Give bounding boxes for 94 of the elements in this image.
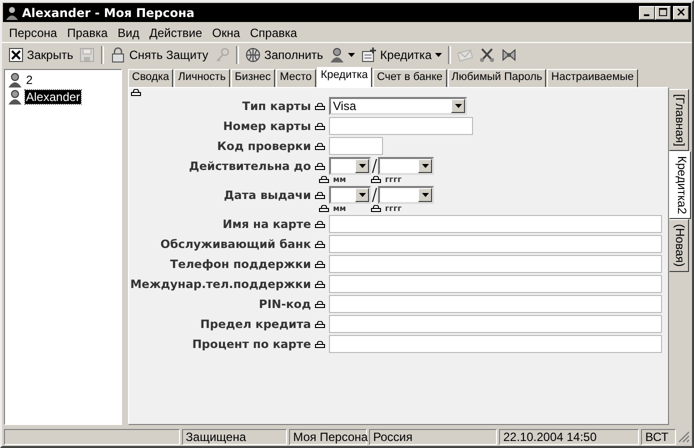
input-field[interactable] <box>329 335 662 353</box>
menu-item[interactable]: Окна <box>207 26 246 40</box>
menu-item[interactable]: Справка <box>245 26 302 40</box>
lock-icon <box>315 192 325 198</box>
field-label: Дата выдачи <box>222 188 311 202</box>
person-icon <box>7 88 23 104</box>
close-icon <box>8 47 24 63</box>
lock-icon <box>319 176 329 183</box>
month-hint: мм <box>333 175 348 184</box>
input-field[interactable] <box>329 295 662 313</box>
lock-icon <box>315 122 325 130</box>
year-dropdown[interactable] <box>378 157 434 175</box>
caret-icon <box>422 193 428 197</box>
input-field[interactable] <box>329 315 662 333</box>
status-text: Россия <box>369 428 498 444</box>
status-text: ВСТ <box>641 428 676 444</box>
caret-icon <box>358 164 366 168</box>
field-label: Имя на карте <box>222 217 311 231</box>
year-hint: гггг <box>385 175 402 184</box>
globe-icon <box>245 47 262 63</box>
status-text: Защищена <box>182 428 288 444</box>
person-icon <box>5 6 19 20</box>
person-icon <box>329 47 346 63</box>
field-label: Обслуживающий банк <box>159 237 311 251</box>
input-field[interactable] <box>329 137 383 155</box>
lock-icon <box>315 142 325 150</box>
field-label: Междунар.тел.поддержки <box>129 277 311 291</box>
lock-icon <box>315 300 325 308</box>
field-label: Тип карты <box>241 99 311 113</box>
input-field[interactable] <box>329 275 662 293</box>
toolbar-button[interactable]: Кредитка <box>358 45 445 65</box>
caret-icon <box>422 164 428 168</box>
slash-icon <box>372 188 377 202</box>
lock-icon <box>315 240 325 248</box>
field-label: Процент по карте <box>191 337 311 351</box>
field-label: Действительна до <box>188 159 311 173</box>
add-card-icon <box>361 47 378 63</box>
field-label: Предел кредита <box>199 317 311 331</box>
status-text: 22.10.2004 14:50 <box>499 428 640 444</box>
lock-icon <box>110 47 126 63</box>
caret-icon <box>434 53 442 57</box>
maximize-icon <box>658 8 668 17</box>
menu-item[interactable]: Действие <box>144 26 208 40</box>
caret-icon <box>348 53 356 57</box>
lock-icon <box>315 340 325 348</box>
caret-icon <box>454 104 462 108</box>
list-item[interactable]: 2 <box>25 72 34 86</box>
lock-icon <box>315 162 325 170</box>
card-type-dropdown[interactable]: Visa <box>329 97 467 115</box>
field-label: Телефон поддержки <box>169 257 311 271</box>
tab[interactable]: Кредитка <box>316 67 372 87</box>
resize-grip-icon <box>678 430 690 442</box>
close-button[interactable] <box>673 6 689 20</box>
input-field[interactable] <box>329 255 662 273</box>
lock-icon <box>371 205 381 212</box>
month-dropdown[interactable] <box>329 157 371 175</box>
window-title: Alexander - Моя Персона <box>22 6 196 20</box>
year-hint: гггг <box>385 204 402 213</box>
month-hint: мм <box>333 204 348 213</box>
menu-item[interactable]: Персона <box>4 26 62 40</box>
lock-icon <box>315 102 325 110</box>
input-field[interactable] <box>329 235 662 253</box>
lock-icon <box>371 176 381 183</box>
scissors-icon <box>478 47 495 63</box>
caret-icon <box>358 193 366 197</box>
list-item[interactable]: Alexander <box>25 90 82 104</box>
slash-icon <box>372 159 377 173</box>
side-tab[interactable]: Кредитка2 <box>669 151 691 220</box>
field-label: Код проверки <box>216 139 311 153</box>
menu-item[interactable]: Вид <box>112 26 144 40</box>
person-icon <box>7 72 23 88</box>
maximize-button[interactable] <box>655 6 671 20</box>
close-icon <box>676 8 686 17</box>
toolbar-button[interactable]: Снять Защиту <box>107 45 212 65</box>
save-icon <box>79 47 96 63</box>
side-tab[interactable]: (Новая) <box>669 219 689 272</box>
month-dropdown[interactable] <box>329 186 371 204</box>
toolbar-button[interactable]: Заполнить <box>242 45 326 65</box>
input-field[interactable] <box>329 215 662 233</box>
menu-item[interactable]: Правка <box>62 26 113 40</box>
key-icon <box>214 47 230 63</box>
lock-icon <box>315 280 325 288</box>
input-field[interactable] <box>329 117 473 135</box>
lock-icon <box>319 205 329 212</box>
bow-icon <box>500 47 517 63</box>
toolbar-button[interactable]: Закрыть <box>5 45 76 65</box>
year-dropdown[interactable] <box>378 186 434 204</box>
field-label: PIN-код <box>258 297 311 311</box>
field-label: Номер карты <box>222 119 311 133</box>
minimize-button[interactable] <box>639 6 655 20</box>
lock-icon <box>315 260 325 268</box>
lock-icon <box>315 220 325 228</box>
status-text: Моя Персона <box>289 428 368 444</box>
lock-icon <box>315 320 325 328</box>
